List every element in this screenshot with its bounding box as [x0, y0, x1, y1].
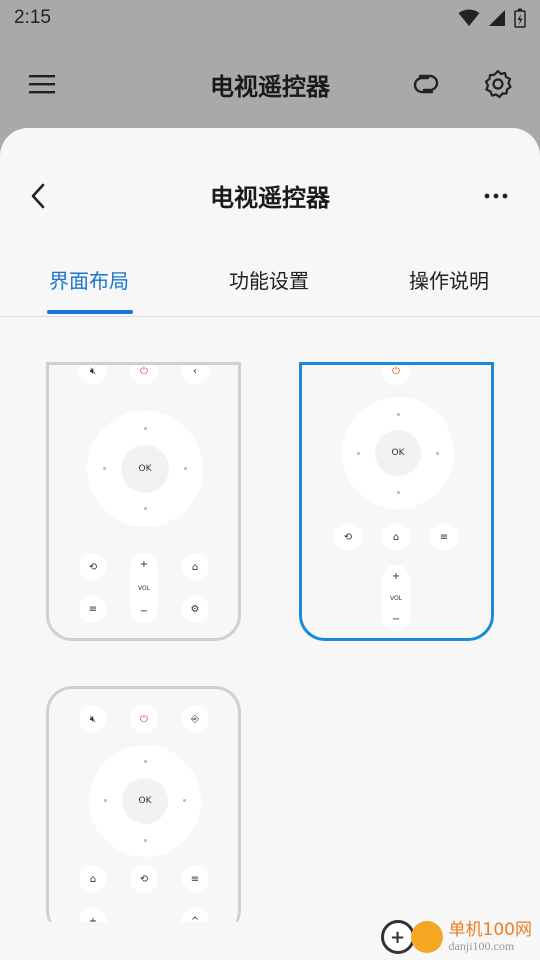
watermark-orange-dot [410, 921, 443, 953]
input-icon[interactable]: ⎆ [181, 705, 209, 733]
dpad-left-dot [357, 452, 360, 455]
status-bar: 2:15 [0, 0, 540, 36]
menu-icon[interactable]: ≡ [79, 595, 107, 623]
mute-icon[interactable]: 🔇︎ [79, 365, 107, 385]
tab-bar: 界面布局 功能设置 操作说明 [0, 250, 540, 317]
power-icon[interactable]: ⏻ [130, 365, 158, 385]
menu-icon[interactable]: ≡ [430, 523, 458, 551]
return-icon[interactable]: ⟲ [130, 865, 158, 893]
dpad-down-dot [144, 839, 147, 842]
watermark-logo-icon: + [380, 920, 415, 954]
vol-minus[interactable]: − [140, 606, 148, 617]
settings-icon[interactable]: ⚙︎ [181, 595, 209, 623]
volume-rocker[interactable]: + VOL − [130, 553, 158, 623]
dpad-down-dot [397, 491, 400, 494]
settings-icon[interactable] [478, 64, 518, 104]
tab-function-settings[interactable]: 功能设置 [229, 265, 309, 294]
ok-button[interactable]: OK [121, 445, 169, 493]
sheet-header: 电视遥控器 [0, 128, 540, 264]
ok-button[interactable]: OK [122, 778, 168, 824]
mute-icon[interactable]: 🔇︎ [79, 705, 107, 733]
link-icon[interactable] [406, 64, 446, 104]
more-icon[interactable] [476, 176, 516, 216]
dpad-right-dot [184, 467, 187, 470]
layout-card-3[interactable]: 🔇︎ ⏻ ⎆ OK ⌂ ⟲ ≡ + ^ [46, 686, 241, 922]
vol-plus[interactable]: + [392, 571, 400, 582]
vol-label: VOL [137, 584, 151, 592]
wifi-icon [458, 9, 480, 26]
dpad-right-dot [183, 799, 186, 802]
home-icon[interactable]: ⌂ [181, 553, 209, 581]
watermark-cn: 单机100网 [448, 920, 532, 941]
status-icons [458, 8, 526, 28]
vol-label: VOL [389, 594, 403, 602]
vol-plus[interactable]: + [79, 907, 107, 922]
dpad-up-dot [397, 413, 400, 416]
app-title: 电视遥控器 [210, 72, 330, 101]
dpad-right-dot [436, 452, 439, 455]
dpad-left-dot [103, 467, 106, 470]
power-icon[interactable]: ⏻ [130, 705, 158, 733]
dpad-up-dot [144, 760, 147, 763]
status-time: 2:15 [14, 7, 51, 28]
ok-button[interactable]: OK [375, 430, 421, 476]
tab-layout[interactable]: 界面布局 [49, 265, 129, 294]
power-icon[interactable]: ⏻ [382, 365, 410, 385]
layout-grid: 🔇︎ ⏻ ‹ OK ⟲ + VOL − ⌂ ≡ ⚙︎ ⏻ OK ⟲ ⌂ ≡ + … [0, 362, 540, 922]
watermark-url: danji100.com [448, 938, 515, 953]
menu-icon[interactable]: ≡ [181, 865, 209, 893]
battery-icon [514, 8, 526, 28]
tab-instructions[interactable]: 操作说明 [409, 265, 489, 294]
tab-indicator [47, 310, 133, 314]
vol-minus[interactable]: − [392, 614, 400, 625]
layout-card-2[interactable]: ⏻ OK ⟲ ⌂ ≡ + VOL − [299, 362, 494, 641]
home-icon[interactable]: ⌂ [79, 865, 107, 893]
app-bar: 电视遥控器 [0, 40, 540, 128]
sheet-title: 电视遥控器 [210, 184, 330, 212]
home-icon[interactable]: ⌂ [382, 523, 410, 551]
dpad-left-dot [104, 799, 107, 802]
back-arrow-icon[interactable]: ‹ [181, 365, 209, 385]
return-icon[interactable]: ⟲ [334, 523, 362, 551]
cellular-icon [489, 10, 505, 26]
dpad-down-dot [144, 507, 147, 510]
vol-plus[interactable]: + [140, 559, 148, 570]
layout-card-1[interactable]: 🔇︎ ⏻ ‹ OK ⟲ + VOL − ⌂ ≡ ⚙︎ [46, 362, 241, 641]
dpad-up-dot [144, 427, 147, 430]
volume-rocker[interactable]: + VOL − [382, 565, 410, 631]
channel-up[interactable]: ^ [181, 907, 209, 922]
layout-sheet: 电视遥控器 界面布局 功能设置 操作说明 🔇︎ ⏻ ‹ OK ⟲ + VOL − [0, 128, 540, 960]
watermark: + 单机100网 danji100.com [380, 920, 532, 954]
return-icon[interactable]: ⟲ [79, 553, 107, 581]
